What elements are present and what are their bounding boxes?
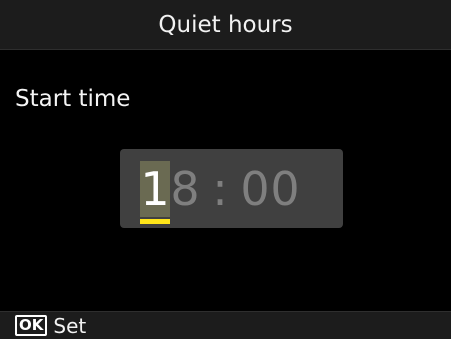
time-entry-field[interactable]: 1 8 : 0 0 — [120, 149, 343, 228]
minute-ones-digit[interactable]: 0 — [270, 161, 300, 217]
screen-title: Quiet hours — [158, 12, 293, 38]
set-action-label: Set — [53, 313, 87, 338]
title-bar: Quiet hours — [0, 0, 451, 50]
start-time-label: Start time — [15, 86, 131, 112]
hour-ones-digit[interactable]: 8 — [170, 161, 200, 217]
time-separator: : — [212, 161, 228, 216]
input-cursor — [140, 218, 170, 224]
time-digits: 1 8 : 0 0 — [140, 149, 300, 228]
footer-bar: OK Set — [0, 311, 451, 339]
hour-tens-value: 1 — [140, 161, 170, 216]
minute-tens-digit[interactable]: 0 — [240, 161, 270, 217]
hour-tens-digit[interactable]: 1 — [140, 160, 170, 224]
ok-key-icon[interactable]: OK — [15, 315, 48, 336]
printer-lcd-screen: Quiet hours Start time 1 8 : 0 0 OK Set — [0, 0, 451, 339]
